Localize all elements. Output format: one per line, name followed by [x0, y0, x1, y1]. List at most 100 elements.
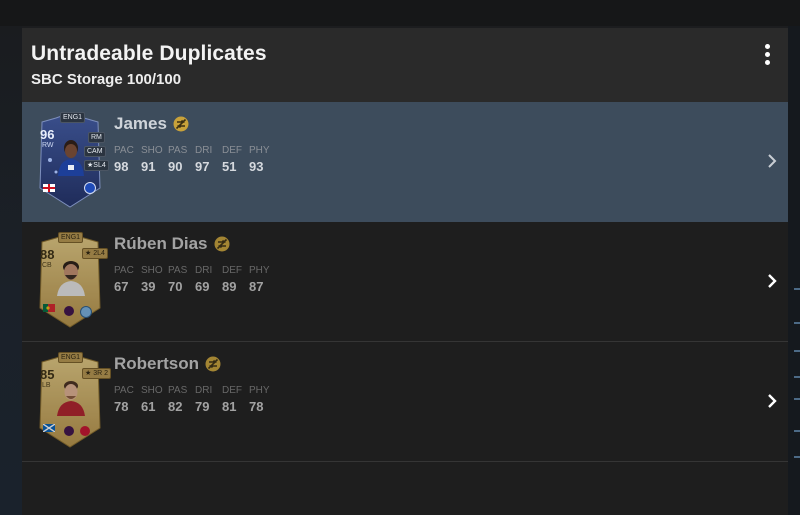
player-name: James	[114, 114, 167, 133]
player-card: 96 RW ENG1 RM CAM ★SL4	[36, 110, 109, 210]
stat-label: DEF	[222, 265, 242, 276]
player-name-line: Robertson	[114, 354, 276, 374]
stat-label: DRI	[195, 265, 213, 276]
stat-label: PAS	[168, 265, 188, 276]
untradeable-icon	[214, 236, 230, 252]
stat-dri: DRI 79	[195, 385, 222, 414]
england-flag-icon	[43, 184, 55, 192]
stat-def: DEF 51	[222, 145, 249, 174]
stat-value: 97	[195, 159, 210, 174]
stat-sho: SHO 91	[141, 145, 168, 174]
stat-label: SHO	[141, 265, 163, 276]
card-rating: 88	[40, 247, 55, 262]
player-card: 85 LB ENG1 ★ 3R 2	[36, 350, 112, 450]
card-position: RW	[42, 142, 54, 149]
league-badge-icon	[64, 426, 74, 436]
stat-dri: DRI 97	[195, 145, 222, 174]
stat-grid: PAC 67 SHO 39 PAS 70 DRI 69 DEF 89 PHY 87	[114, 265, 276, 294]
league-badge-icon	[64, 306, 74, 316]
panel-header: Untradeable Duplicates SBC Storage 100/1…	[22, 28, 788, 102]
stat-value: 69	[195, 279, 210, 294]
league-tag: ENG1	[58, 352, 84, 363]
stat-sho: SHO 39	[141, 265, 168, 294]
alt-position-tag: RM	[88, 132, 105, 143]
card-position: CB	[42, 262, 52, 269]
stat-value: 70	[168, 279, 183, 294]
stat-value: 89	[222, 279, 237, 294]
chevron-right-icon[interactable]	[766, 392, 778, 410]
portugal-flag-icon	[43, 304, 55, 312]
stat-def: DEF 81	[222, 385, 249, 414]
stat-dri: DRI 69	[195, 265, 222, 294]
player-portrait	[58, 140, 84, 176]
alt-position-tag: CAM	[84, 146, 106, 157]
card-rating: 85	[40, 367, 55, 382]
background-right	[788, 26, 800, 515]
player-portrait	[57, 261, 85, 296]
untradeable-icon	[173, 116, 189, 132]
stat-label: DRI	[195, 145, 213, 156]
stat-pac: PAC 98	[114, 145, 141, 174]
stat-grid: PAC 78 SHO 61 PAS 82 DRI 79 DEF 81 PHY 78	[114, 385, 276, 414]
stat-pas: PAS 70	[168, 265, 195, 294]
league-tag: ENG1	[58, 232, 84, 243]
stat-label: PAS	[168, 385, 188, 396]
player-info: Robertson PAC 78 SHO 61 PAS 82 DRI 79 DEF 81 …	[114, 354, 276, 414]
stat-value: 87	[249, 279, 264, 294]
stat-value: 79	[195, 399, 210, 414]
skill-tag: ★ 3R 2	[82, 368, 112, 379]
stat-label: DEF	[222, 385, 242, 396]
club-badge-icon	[80, 306, 92, 318]
stat-label: PAC	[114, 265, 134, 276]
stat-label: SHO	[141, 145, 163, 156]
stat-label: PAC	[114, 145, 134, 156]
player-info: James PAC 98 SHO 91 PAS 90 DRI 97 DEF 51 PHY 9…	[114, 114, 276, 174]
stat-label: PAS	[168, 145, 188, 156]
stat-label: SHO	[141, 385, 163, 396]
panel-title: Untradeable Duplicates	[31, 42, 267, 65]
stat-value: 82	[168, 399, 183, 414]
stat-pac: PAC 78	[114, 385, 141, 414]
stat-value: 90	[168, 159, 183, 174]
stat-pas: PAS 82	[168, 385, 195, 414]
stat-sho: SHO 61	[141, 385, 168, 414]
stat-value: 78	[249, 399, 264, 414]
top-bar	[0, 0, 800, 26]
stat-value: 67	[114, 279, 129, 294]
player-row-ruben-dias[interactable]: 88 CB ENG1 ★ 2L4 Rúben Dias PAC 67 SHO 3…	[22, 222, 788, 342]
stat-label: PHY	[249, 385, 270, 396]
stat-value: 51	[222, 159, 237, 174]
skill-tag: ★SL4	[84, 160, 109, 171]
card-rating: 96	[40, 127, 55, 142]
stat-value: 39	[141, 279, 156, 294]
chevron-right-icon[interactable]	[766, 152, 778, 170]
stat-phy: PHY 78	[249, 385, 276, 414]
stat-label: DRI	[195, 385, 213, 396]
scotland-flag-icon	[43, 424, 55, 432]
player-row-james[interactable]: 96 RW ENG1 RM CAM ★SL4 James PAC 98 SHO …	[22, 102, 788, 222]
player-name-line: James	[114, 114, 276, 134]
stat-value: 78	[114, 399, 129, 414]
stat-label: PHY	[249, 145, 270, 156]
untradeable-icon	[205, 356, 221, 372]
stat-pac: PAC 67	[114, 265, 141, 294]
card-position: LB	[42, 382, 51, 389]
stat-label: PHY	[249, 265, 270, 276]
storage-counter: SBC Storage 100/100	[31, 71, 182, 88]
player-name: Robertson	[114, 354, 199, 373]
player-info: Rúben Dias PAC 67 SHO 39 PAS 70 DRI 69 DEF 89…	[114, 234, 276, 294]
stat-label: DEF	[222, 145, 242, 156]
stat-phy: PHY 87	[249, 265, 276, 294]
background-left	[0, 26, 22, 515]
player-name-line: Rúben Dias	[114, 234, 276, 254]
stat-def: DEF 89	[222, 265, 249, 294]
player-row-robertson[interactable]: 85 LB ENG1 ★ 3R 2 Robertson PAC 78 SHO 6…	[22, 342, 788, 462]
player-card: 88 CB ENG1 ★ 2L4	[36, 230, 108, 330]
chevron-right-icon[interactable]	[766, 272, 778, 290]
league-tag: ENG1	[60, 112, 86, 123]
stat-value: 91	[141, 159, 156, 174]
more-vertical-icon[interactable]	[762, 44, 772, 70]
club-badge-icon	[84, 182, 96, 194]
stat-value: 61	[141, 399, 156, 414]
stat-grid: PAC 98 SHO 91 PAS 90 DRI 97 DEF 51 PHY 93	[114, 145, 276, 174]
